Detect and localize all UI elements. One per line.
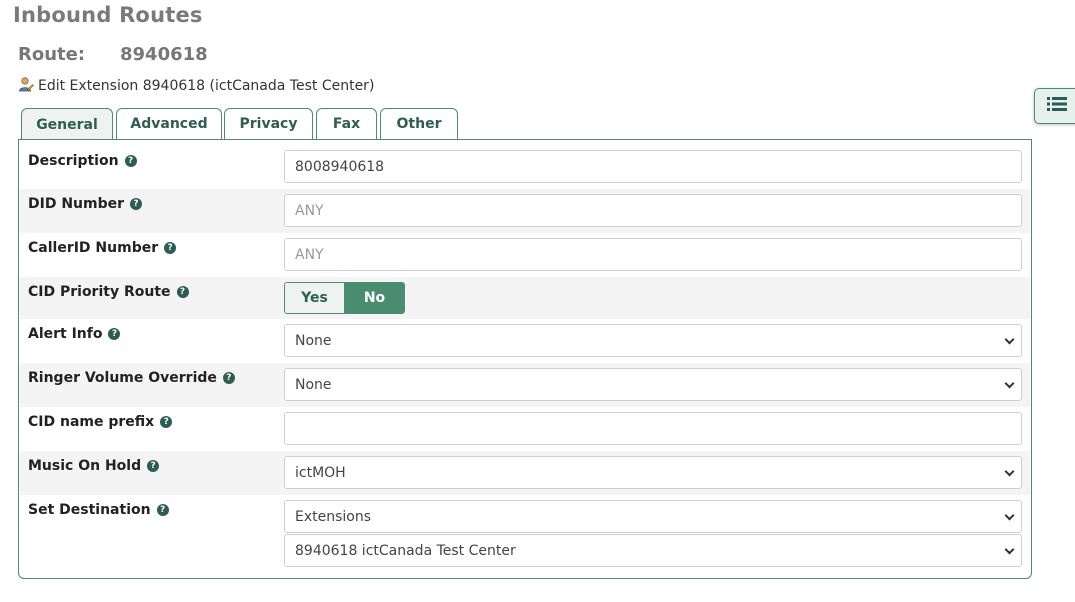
alert-info-select[interactable]: None — [284, 324, 1022, 357]
callerid-number-row: CallerID Number ? ANY — [20, 233, 1030, 277]
ringer-volume-select[interactable]: None — [284, 368, 1022, 401]
ringer-volume-label: Ringer Volume Override ? — [28, 370, 235, 386]
cid-priority-route-toggle: Yes No — [284, 282, 405, 314]
cid-priority-route-row: CID Priority Route ? Yes No — [20, 277, 1030, 319]
cid-name-prefix-input[interactable] — [284, 412, 1022, 445]
chevron-down-icon — [1004, 544, 1015, 555]
callerid-number-label: CallerID Number ? — [28, 240, 177, 256]
cid-name-prefix-label: CID name prefix ? — [28, 414, 173, 430]
description-input[interactable]: 8008940618 — [284, 150, 1022, 183]
callerid-number-input[interactable]: ANY — [284, 238, 1022, 271]
help-icon[interactable]: ? — [164, 242, 177, 254]
chevron-down-icon — [1004, 378, 1015, 389]
help-icon[interactable]: ? — [222, 372, 235, 384]
destination-type-select[interactable]: Extensions — [284, 500, 1022, 533]
tab-privacy[interactable]: Privacy — [224, 108, 313, 139]
set-destination-label: Set Destination ? — [28, 502, 169, 518]
help-icon[interactable]: ? — [124, 155, 137, 167]
list-icon — [1046, 96, 1067, 116]
description-label: Description ? — [28, 153, 137, 169]
alert-info-row: Alert Info ? None — [20, 319, 1030, 363]
tab-general[interactable]: General — [21, 108, 113, 140]
general-panel: Description ? 8008940618 DID Number ? AN… — [18, 139, 1032, 579]
help-icon[interactable]: ? — [147, 460, 160, 472]
help-icon[interactable]: ? — [108, 328, 121, 340]
help-icon[interactable]: ? — [130, 198, 143, 210]
action-bar-toggle-button[interactable] — [1034, 88, 1075, 124]
page-title: Inbound Routes — [13, 3, 203, 27]
cid-priority-yes-button[interactable]: Yes — [285, 283, 345, 313]
edit-extension-link[interactable]: Edit Extension 8940618 (ictCanada Test C… — [18, 76, 374, 96]
tab-other[interactable]: Other — [380, 108, 458, 139]
music-on-hold-row: Music On Hold ? ictMOH — [20, 451, 1030, 495]
route-heading: Route: 8940618 — [18, 44, 208, 65]
route-value: 8940618 — [120, 44, 208, 65]
did-number-label: DID Number ? — [28, 196, 143, 212]
description-row: Description ? 8008940618 — [20, 145, 1030, 189]
did-number-row: DID Number ? ANY — [20, 189, 1030, 233]
tab-advanced[interactable]: Advanced — [116, 108, 222, 139]
ringer-volume-row: Ringer Volume Override ? None — [20, 363, 1030, 407]
cid-priority-route-label: CID Priority Route ? — [28, 284, 189, 300]
did-number-input[interactable]: ANY — [284, 194, 1022, 227]
chevron-down-icon — [1004, 466, 1015, 477]
help-icon[interactable]: ? — [156, 504, 169, 516]
cid-name-prefix-row: CID name prefix ? — [20, 407, 1030, 451]
destination-target-select[interactable]: 8940618 ictCanada Test Center — [284, 534, 1022, 567]
music-on-hold-label: Music On Hold ? — [28, 458, 160, 474]
tab-fax[interactable]: Fax — [316, 108, 377, 139]
chevron-down-icon — [1004, 334, 1015, 345]
music-on-hold-select[interactable]: ictMOH — [284, 456, 1022, 489]
set-destination-row: Set Destination ? Extensions 8940618 ict… — [20, 495, 1030, 573]
route-label: Route: — [18, 44, 86, 65]
edit-extension-link-text: Edit Extension 8940618 (ictCanada Test C… — [38, 78, 375, 94]
chevron-down-icon — [1004, 510, 1015, 521]
help-icon[interactable]: ? — [160, 416, 173, 428]
user-edit-icon — [18, 76, 34, 96]
cid-priority-no-button[interactable]: No — [345, 283, 404, 313]
help-icon[interactable]: ? — [176, 286, 189, 298]
alert-info-label: Alert Info ? — [28, 326, 121, 342]
